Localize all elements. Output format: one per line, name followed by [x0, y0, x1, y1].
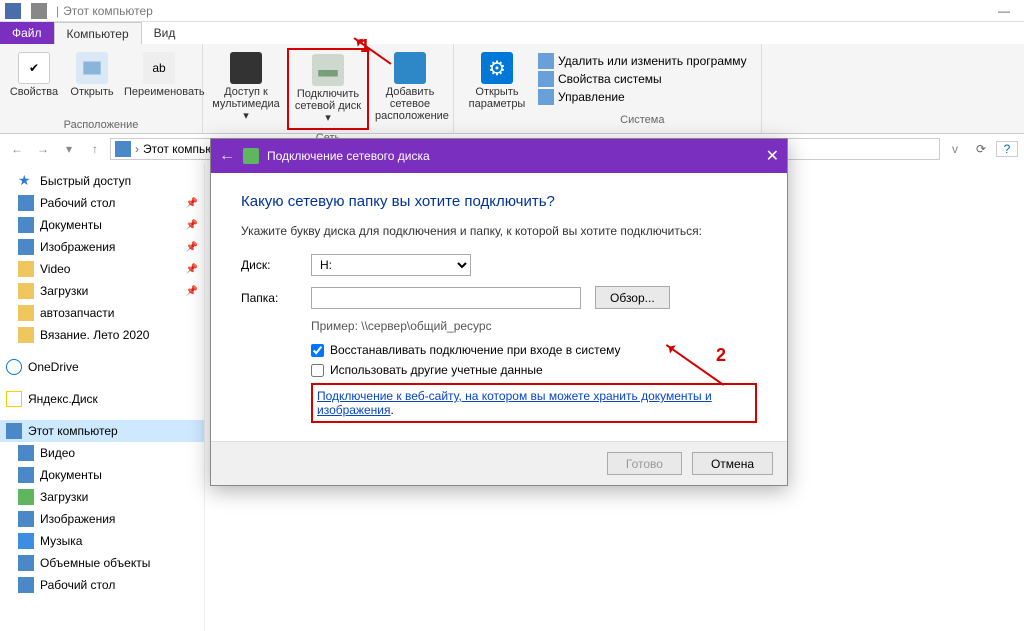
sidebar-downloads[interactable]: Загрузки📌: [0, 280, 204, 302]
dialog-titlebar: ← Подключение сетевого диска ✕: [211, 139, 787, 173]
sidebar-video[interactable]: Video📌: [0, 258, 204, 280]
sidebar-pc-objects[interactable]: Объемные объекты: [0, 552, 204, 574]
sidebar-pictures[interactable]: Изображения📌: [0, 236, 204, 258]
map-network-drive-button[interactable]: Подключить сетевой диск ▾: [287, 48, 369, 130]
drive-label: Диск:: [241, 258, 311, 272]
tab-computer[interactable]: Компьютер: [54, 22, 142, 44]
pc-icon: [115, 141, 131, 157]
rename-button[interactable]: ab Переименовать: [124, 48, 194, 117]
dialog-instruction: Укажите букву диска для подключения и па…: [241, 224, 757, 238]
nav-back-button[interactable]: ←: [6, 138, 28, 160]
nav-forward-button[interactable]: →: [32, 138, 54, 160]
sidebar-pc-downloads[interactable]: Загрузки: [0, 486, 204, 508]
window-titlebar: | Этот компьютер —: [0, 0, 1024, 22]
ribbon-group-location: ✔ Свойства Открыть ab Переименовать Расп…: [0, 44, 203, 133]
cancel-button[interactable]: Отмена: [692, 452, 773, 475]
tab-file[interactable]: Файл: [0, 22, 54, 44]
uninstall-button[interactable]: Удалить или изменить программу: [538, 52, 747, 70]
dialog-back-button[interactable]: ←: [219, 147, 235, 165]
open-settings-button[interactable]: ⚙ Открыть параметры: [462, 48, 532, 110]
other-creds-checkbox-row[interactable]: Использовать другие учетные данные: [311, 363, 757, 377]
dialog-heading: Какую сетевую папку вы хотите подключить…: [241, 193, 757, 210]
example-text: Пример: \\сервер\общий_ресурс: [311, 319, 492, 333]
app-icon: [5, 3, 21, 19]
properties-button[interactable]: ✔ Свойства: [8, 48, 60, 117]
browse-button[interactable]: Обзор...: [595, 286, 670, 309]
reconnect-checkbox-row[interactable]: Восстанавливать подключение при входе в …: [311, 343, 757, 357]
dropdown-button[interactable]: v: [944, 138, 966, 160]
drive-select[interactable]: H:: [311, 254, 471, 276]
sidebar-knitting[interactable]: Вязание. Лето 2020: [0, 324, 204, 346]
sidebar-autoparts[interactable]: автозапчасти: [0, 302, 204, 324]
sidebar-quick-access[interactable]: ★Быстрый доступ: [0, 170, 204, 192]
open-button[interactable]: Открыть: [66, 48, 118, 117]
sidebar-pc-documents[interactable]: Документы: [0, 464, 204, 486]
sidebar: ★Быстрый доступ Рабочий стол📌 Документы📌…: [0, 164, 205, 631]
sidebar-documents[interactable]: Документы📌: [0, 214, 204, 236]
refresh-button[interactable]: ⟳: [970, 142, 992, 156]
ribbon: ✔ Свойства Открыть ab Переименовать Расп…: [0, 44, 1024, 134]
sidebar-desktop[interactable]: Рабочий стол📌: [0, 192, 204, 214]
dialog-footer: Готово Отмена: [211, 441, 787, 485]
nav-up-button[interactable]: ↑: [84, 138, 106, 160]
done-button[interactable]: Готово: [607, 452, 682, 475]
annotation-2: 2: [716, 345, 726, 366]
ribbon-tabs: Файл Компьютер Вид: [0, 22, 1024, 44]
sidebar-pc-music[interactable]: Музыка: [0, 530, 204, 552]
connect-website-link[interactable]: Подключение к веб-сайту, на котором вы м…: [317, 389, 712, 417]
minimize-button[interactable]: —: [984, 4, 1024, 18]
app-icon2: [31, 3, 47, 19]
tab-view[interactable]: Вид: [142, 22, 188, 44]
website-link-row: Подключение к веб-сайту, на котором вы м…: [311, 383, 757, 423]
group-label-system: Система: [538, 112, 747, 126]
group-label-location: Расположение: [64, 117, 139, 131]
dialog-close-button[interactable]: ✕: [766, 146, 779, 166]
ribbon-group-network: Доступ к мультимедиа ▾ Подключить сетево…: [203, 44, 454, 133]
reconnect-checkbox[interactable]: [311, 344, 324, 357]
other-creds-checkbox[interactable]: [311, 364, 324, 377]
dialog-icon: [243, 148, 259, 164]
dialog-title: Подключение сетевого диска: [267, 149, 430, 163]
media-access-button[interactable]: Доступ к мультимедиа ▾: [211, 48, 281, 130]
nav-history-button[interactable]: ▾: [58, 138, 80, 160]
window-title: Этот компьютер: [63, 4, 153, 18]
sidebar-onedrive[interactable]: OneDrive: [0, 356, 204, 378]
manage-button[interactable]: Управление: [538, 88, 747, 106]
help-button[interactable]: ?: [996, 141, 1018, 157]
sidebar-pc-desktop[interactable]: Рабочий стол: [0, 574, 204, 596]
sidebar-pc-pictures[interactable]: Изображения: [0, 508, 204, 530]
sidebar-pc-video[interactable]: Видео: [0, 442, 204, 464]
folder-combobox[interactable]: [311, 287, 581, 309]
map-drive-dialog: ← Подключение сетевого диска ✕ Какую сет…: [210, 138, 788, 486]
sidebar-yandex-disk[interactable]: Яндекс.Диск: [0, 388, 204, 410]
folder-label: Папка:: [241, 291, 311, 305]
titlebar-sep: |: [56, 4, 59, 18]
system-properties-button[interactable]: Свойства системы: [538, 70, 747, 88]
ribbon-group-system: ⚙ Открыть параметры Удалить или изменить…: [454, 44, 762, 133]
sidebar-this-pc[interactable]: Этот компьютер: [0, 420, 204, 442]
